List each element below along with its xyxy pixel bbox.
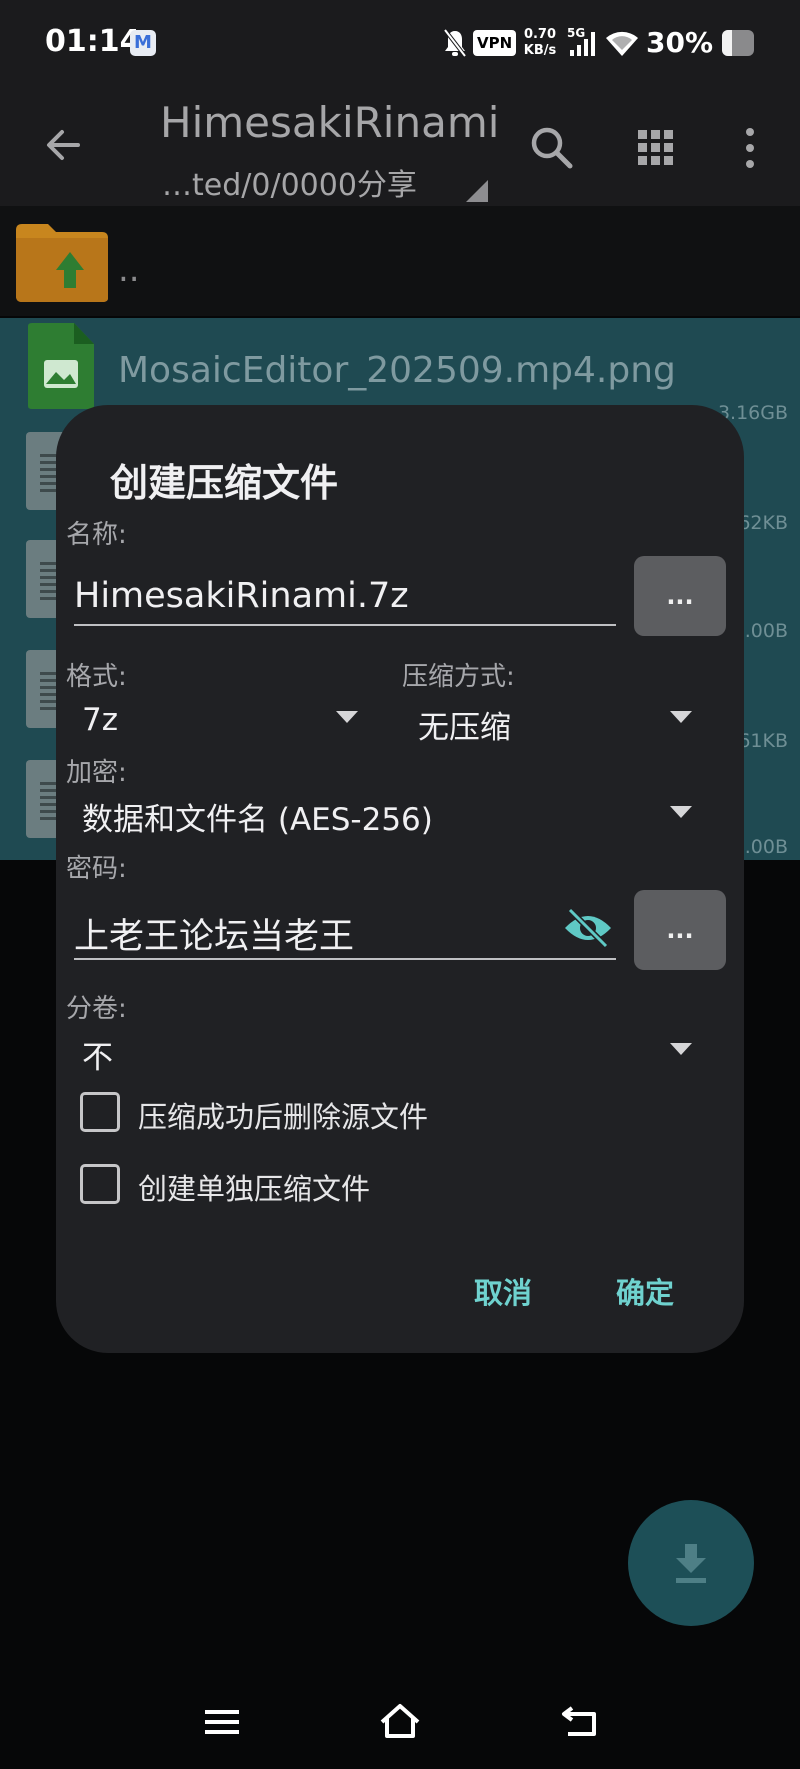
grid-view-icon[interactable] (636, 128, 676, 168)
chevron-down-icon[interactable] (670, 1043, 692, 1055)
file-size: 62KB (738, 512, 788, 534)
method-label: 压缩方式: (402, 662, 515, 692)
ok-button[interactable]: 确定 (616, 1270, 674, 1312)
password-label: 密码: (66, 854, 127, 884)
wifi-icon (606, 31, 638, 56)
network-speed-unit: KB/s (523, 43, 557, 58)
home-icon[interactable] (378, 1702, 422, 1740)
visibility-off-icon[interactable] (562, 906, 614, 950)
cancel-button[interactable]: 取消 (474, 1270, 532, 1312)
back-nav-icon[interactable] (560, 1704, 600, 1738)
battery-icon (722, 30, 754, 56)
encryption-select[interactable]: 数据和文件名 (AES-256) (82, 794, 433, 839)
chevron-down-icon[interactable] (670, 806, 692, 818)
signal-icon (570, 32, 595, 56)
search-icon[interactable] (528, 124, 574, 170)
menu-icon[interactable] (204, 1708, 240, 1736)
current-path[interactable]: …ted/0/0000分享 (162, 160, 417, 204)
battery-percent: 30% (646, 26, 714, 59)
download-icon (676, 1544, 706, 1583)
dialog-title: 创建压缩文件 (110, 461, 339, 505)
name-label: 名称: (66, 520, 127, 550)
network-speed-value: 0.70 (523, 27, 557, 42)
chevron-down-icon[interactable] (336, 711, 358, 723)
back-arrow-icon[interactable] (38, 120, 88, 170)
password-underline (74, 958, 616, 960)
parent-folder-icon (16, 224, 108, 302)
create-archive-dialog (56, 405, 744, 1353)
separate-archive-checkbox[interactable] (80, 1164, 120, 1204)
status-time: 01:14 (45, 24, 141, 59)
volume-label: 分卷: (66, 994, 127, 1024)
archive-name-underline (74, 624, 616, 626)
file-name: MosaicEditor_202509.mp4.png (118, 350, 676, 391)
mail-badge-letter: M (134, 32, 152, 53)
password-more-button[interactable]: ... (634, 890, 726, 970)
archive-name-input[interactable]: HimesakiRinami.7z (74, 576, 409, 616)
separate-archive-label[interactable]: 创建单独压缩文件 (138, 1166, 370, 1208)
volume-select[interactable]: 不 (82, 1032, 113, 1077)
path-dropdown-icon[interactable] (466, 180, 488, 202)
image-file-icon (28, 323, 94, 409)
browse-button[interactable]: ... (634, 556, 726, 636)
battery-level (722, 30, 732, 56)
file-size: 61KB (738, 730, 788, 752)
network-speed: 0.70 KB/s (522, 27, 558, 59)
more-vert-icon[interactable] (740, 124, 760, 174)
parent-folder-label: .. (118, 250, 140, 290)
compression-method-select[interactable]: 无压缩 (418, 702, 511, 747)
mail-icon: M (130, 30, 156, 56)
format-label: 格式: (66, 662, 127, 692)
password-input[interactable]: 上老王论坛当老王 (74, 908, 354, 959)
chevron-down-icon[interactable] (670, 711, 692, 723)
encryption-label: 加密: (66, 758, 127, 788)
format-select[interactable]: 7z (82, 702, 118, 738)
delete-source-label[interactable]: 压缩成功后删除源文件 (138, 1094, 428, 1136)
mute-bell-icon (443, 28, 467, 58)
app-title: HimesakiRinami (160, 98, 500, 147)
delete-source-checkbox[interactable] (80, 1092, 120, 1132)
vpn-icon: VPN (473, 30, 517, 56)
